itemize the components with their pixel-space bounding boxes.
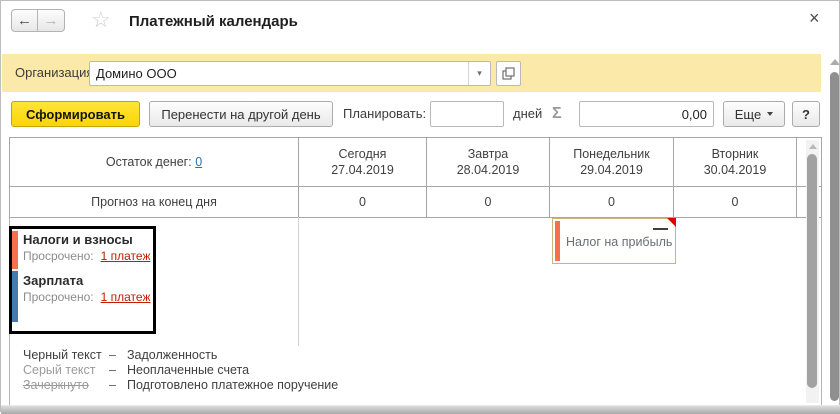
forecast-value-cell[interactable]: 0 (674, 187, 797, 217)
column-header-tomorrow[interactable]: Завтра 28.04.2019 (427, 138, 550, 187)
forecast-value-cell[interactable]: 0 (427, 187, 550, 217)
column-day-label: Вторник (712, 146, 759, 162)
column-day-label: Понедельник (573, 146, 650, 162)
column-date-label: 29.04.2019 (580, 162, 643, 178)
group-color-bar (12, 271, 18, 322)
help-button[interactable]: ? (792, 101, 820, 127)
organization-open-list-button[interactable] (496, 61, 521, 86)
payment-calendar-window: ← → ☆ Платежный календарь × Организация:… (0, 0, 840, 412)
group-name: Зарплата (23, 273, 83, 288)
forecast-label-cell: Прогноз на конец дня (10, 187, 299, 217)
payment-color-bar (555, 221, 560, 261)
note-corner-icon (667, 218, 676, 227)
organization-dropdown-button[interactable]: ▾ (468, 62, 490, 85)
overdue-payment-link[interactable]: 1 платеж (101, 290, 151, 304)
generate-button[interactable]: Сформировать (11, 101, 140, 127)
organization-label: Организация: (15, 54, 97, 92)
sum-input[interactable] (580, 102, 713, 126)
forward-arrow-icon: → (44, 12, 59, 29)
forecast-value-cell[interactable]: 0 (299, 187, 427, 217)
group-color-bar (12, 231, 18, 269)
legend-term-gray: Серый текст (23, 363, 109, 378)
legend-term-strikethrough: Зачеркнуто (23, 378, 109, 393)
forecast-value-cell[interactable]: 0 (550, 187, 674, 217)
overdue-label: Просрочено: (23, 290, 94, 304)
overdue-payment-link[interactable]: 1 платеж (101, 249, 151, 263)
group-overdue-row: Просрочено: 1 платеж (23, 249, 150, 263)
grid-right-border (821, 217, 822, 406)
page-title: Платежный календарь (129, 13, 298, 30)
organization-input[interactable] (90, 62, 468, 85)
sum-field (579, 101, 714, 127)
column-date-label: 28.04.2019 (457, 162, 520, 178)
organization-band: Организация: ▾ (2, 54, 821, 92)
chevron-down-icon: ▾ (477, 68, 482, 79)
legend-row: Черный текст – Задолженность (23, 348, 338, 363)
balance-link[interactable]: 0 (195, 155, 202, 169)
legend-dash: – (109, 363, 127, 378)
more-button-label: Еще (735, 107, 761, 122)
chevron-down-icon (767, 112, 773, 116)
column-day-label: Завтра (468, 146, 509, 162)
balance-label: Остаток денег: (106, 155, 192, 169)
payment-name: Налог на прибыль (566, 235, 672, 249)
plan-label: Планировать: (343, 101, 426, 127)
column-day-label: Сегодня (339, 146, 387, 162)
overdue-label: Просрочено: (23, 249, 94, 263)
balance-header-cell: Остаток денег: 0 (10, 138, 299, 187)
window-scrollbar-up-icon[interactable] (830, 59, 840, 65)
legend: Черный текст – Задолженность Серый текст… (23, 348, 338, 393)
bottom-scrollbar[interactable] (1, 405, 840, 414)
forecast-value: 0 (359, 187, 366, 217)
legend-row: Серый текст – Неоплаченные счета (23, 363, 338, 378)
scheduled-payment-cell[interactable]: Налог на прибыль (552, 218, 676, 264)
legend-dash: – (109, 378, 127, 393)
organization-field: ▾ (89, 61, 491, 86)
column-header-tuesday[interactable]: Вторник 30.04.2019 (674, 138, 797, 187)
grid-header-row: Остаток денег: 0 Сегодня 27.04.2019 Завт… (10, 138, 821, 187)
legend-desc: Неоплаченные счета (127, 363, 249, 378)
forecast-value: 0 (608, 187, 615, 217)
legend-dash: – (109, 348, 127, 363)
close-icon[interactable]: × (809, 8, 820, 28)
forecast-label: Прогноз на конец дня (91, 187, 217, 217)
forecast-value: 0 (732, 187, 739, 217)
sigma-icon: Σ (552, 101, 562, 127)
column-header-today[interactable]: Сегодня 27.04.2019 (299, 138, 427, 187)
group-overdue-row: Просрочено: 1 платеж (23, 290, 150, 304)
column-date-label: 27.04.2019 (331, 162, 394, 178)
table-scrollbar-thumb[interactable] (807, 154, 817, 388)
window-scrollbar-thumb[interactable] (830, 72, 839, 401)
more-button[interactable]: Еще (723, 101, 785, 127)
forward-button[interactable]: → (38, 9, 65, 32)
back-arrow-icon: ← (17, 12, 32, 29)
grid-column-separator (298, 217, 299, 346)
legend-row: Зачеркнуто – Подготовлено платежное пору… (23, 378, 338, 393)
legend-term-black: Черный текст (23, 348, 109, 363)
forecast-row: Прогноз на конец дня 0 0 0 0 (10, 187, 821, 217)
nav-history-group: ← → (11, 9, 65, 32)
days-label: дней (513, 101, 542, 127)
payment-amount-dash (653, 228, 668, 230)
open-list-icon (502, 67, 515, 80)
back-button[interactable]: ← (11, 9, 38, 32)
payment-groups-selected-cell[interactable]: Налоги и взносы Просрочено: 1 платеж Зарп… (9, 226, 156, 334)
favorite-star-icon[interactable]: ☆ (91, 8, 111, 32)
legend-desc: Подготовлено платежное поручение (127, 378, 338, 393)
column-header-monday[interactable]: Понедельник 29.04.2019 (550, 138, 674, 187)
plan-days-stepper (430, 101, 504, 127)
column-date-label: 30.04.2019 (704, 162, 767, 178)
table-scrollbar-up-icon[interactable] (809, 144, 817, 149)
legend-desc: Задолженность (127, 348, 217, 363)
calendar-grid: Остаток денег: 0 Сегодня 27.04.2019 Завт… (9, 137, 822, 218)
move-to-another-day-button[interactable]: Перенести на другой день (149, 101, 333, 127)
forecast-value: 0 (485, 187, 492, 217)
group-name: Налоги и взносы (23, 232, 133, 247)
